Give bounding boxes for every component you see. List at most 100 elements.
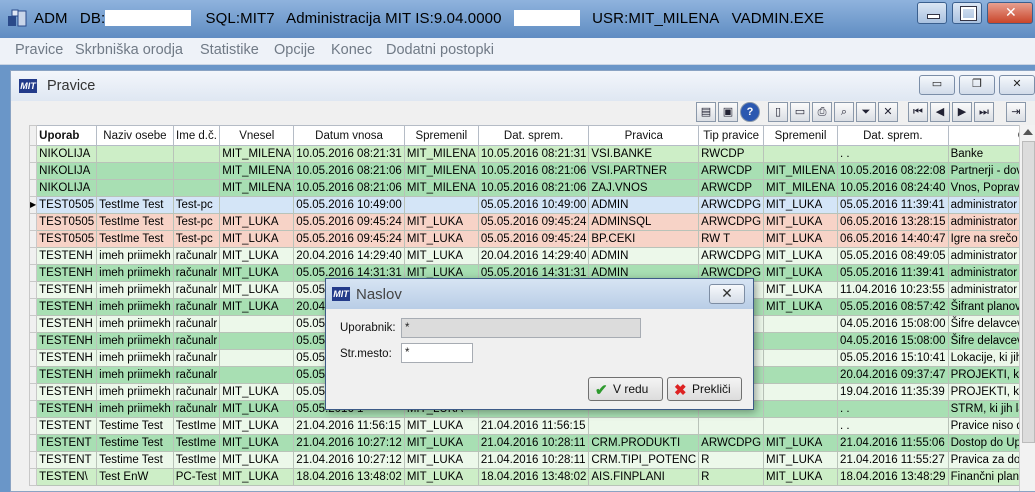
table-cell[interactable]: BP.CEKI — [588, 230, 700, 248]
row-indicator[interactable] — [29, 230, 38, 248]
table-cell[interactable]: TESTEN\ — [36, 468, 98, 486]
grid-vertical-scrollbar[interactable] — [1019, 125, 1035, 491]
table-cell[interactable]: CRM.TIPI_POTENC — [588, 451, 700, 469]
col-header-spremenil-2[interactable]: Spremenil — [763, 125, 839, 146]
table-cell[interactable]: VSI.BANKE — [588, 145, 700, 163]
table-cell[interactable]: NIKOLIJA — [36, 162, 98, 180]
table-cell[interactable]: računalr — [172, 383, 221, 401]
table-cell[interactable]: MIT_LUKA — [219, 451, 295, 469]
table-cell[interactable]: 18.04.2016 13:48:02 — [477, 468, 590, 486]
table-cell[interactable]: MIT_LUKA — [403, 230, 479, 248]
table-row[interactable]: TESTENT Testime Test TestIme MIT_LUKA 21.04.… — [29, 417, 1029, 435]
table-cell[interactable]: PROJEKTI, ki jih lahko uporabl — [947, 366, 1029, 384]
table-cell[interactable] — [219, 196, 295, 214]
table-cell[interactable]: TestIme — [172, 434, 221, 452]
table-cell[interactable]: . . — [837, 417, 949, 435]
table-cell[interactable]: imeh priimekh — [96, 315, 174, 333]
table-cell[interactable]: MIT_MILENA — [219, 179, 295, 197]
table-cell[interactable]: računalr — [172, 281, 221, 299]
table-cell[interactable] — [763, 315, 839, 333]
table-cell[interactable]: ADMIN — [588, 247, 700, 265]
table-cell[interactable]: Banke — [947, 145, 1029, 163]
ok-button[interactable]: ✔ V redu — [588, 377, 663, 401]
zoom-button[interactable]: ⌕ — [834, 102, 854, 122]
table-cell[interactable]: računalr — [172, 264, 221, 282]
col-header-opis[interactable]: Opis — [947, 125, 1029, 146]
table-cell[interactable]: 20.04.2016 09:37:47 — [837, 366, 949, 384]
table-cell[interactable]: računalr — [172, 349, 221, 367]
table-cell[interactable]: 04.05.2016 15:08:00 — [837, 332, 949, 350]
table-cell[interactable]: ADMINSQL — [588, 213, 700, 231]
table-cell[interactable] — [96, 162, 174, 180]
table-cell[interactable]: TestIme — [172, 451, 221, 469]
table-cell[interactable]: MIT_LUKA — [403, 468, 479, 486]
table-cell[interactable] — [172, 162, 221, 180]
table-cell[interactable]: MIT_MILENA — [403, 179, 479, 197]
table-cell[interactable]: Šifre delavcev do katerih ima — [947, 332, 1029, 350]
table-cell[interactable]: ARWCDP — [698, 179, 765, 197]
table-cell[interactable]: imeh priimekh — [96, 400, 174, 418]
row-indicator[interactable] — [29, 247, 38, 265]
table-cell[interactable]: 05.05.2016 10:49:00 — [477, 196, 590, 214]
table-cell[interactable]: CRM.PRODUKTI — [588, 434, 700, 452]
table-cell[interactable]: administrator - ima vse pravice — [947, 264, 1029, 282]
table-cell[interactable]: Šifrant planov,dodajanje novih — [947, 298, 1029, 316]
cancel-button[interactable]: ✖ Prekliči — [667, 377, 742, 401]
table-cell[interactable]: TESTENH — [36, 383, 98, 401]
row-indicator[interactable] — [29, 264, 38, 282]
table-cell[interactable]: MIT_LUKA — [403, 247, 479, 265]
report-button[interactable]: ▤ — [696, 102, 716, 122]
table-cell[interactable]: imeh priimekh — [96, 383, 174, 401]
last-record-button[interactable]: ⏭ — [974, 102, 994, 122]
menu-statistike[interactable]: Statistike — [200, 42, 259, 58]
child-restore-button[interactable]: ❐ — [959, 75, 995, 95]
table-cell[interactable]: 05.05.2016 11:39:41 — [837, 196, 949, 214]
table-cell[interactable]: NIKOLIJA — [36, 179, 98, 197]
child-close-button[interactable]: ✕ — [999, 75, 1035, 95]
table-cell[interactable]: TESTENH — [36, 366, 98, 384]
table-cell[interactable]: ARWCDPG — [698, 213, 765, 231]
col-header-ime-dc[interactable]: Ime d.č. — [172, 125, 221, 146]
table-cell[interactable]: 10.05.2016 08:22:08 — [837, 162, 949, 180]
table-cell[interactable] — [763, 366, 839, 384]
table-cell[interactable]: 21.04.2016 11:56:15 — [293, 417, 405, 435]
table-cell[interactable]: MIT_MILENA — [763, 179, 839, 197]
menu-pravice[interactable]: Pravice — [15, 42, 63, 58]
col-header-dat-sprem[interactable]: Dat. sprem. — [477, 125, 590, 146]
table-cell[interactable]: MIT_LUKA — [763, 247, 839, 265]
table-cell[interactable]: Finančni plani — [947, 468, 1029, 486]
table-cell[interactable]: TESTENT — [36, 451, 98, 469]
open-button[interactable]: ▭ — [790, 102, 810, 122]
table-cell[interactable]: 05.05.2016 09:45:24 — [477, 230, 590, 248]
table-cell[interactable]: TestIme Test — [96, 196, 174, 214]
table-cell[interactable]: 10.05.2016 08:21:06 — [477, 179, 590, 197]
table-cell[interactable]: MIT_LUKA — [763, 434, 839, 452]
table-cell[interactable]: PC-Test — [172, 468, 221, 486]
menu-dodatni-postopki[interactable]: Dodatni postopki — [386, 42, 494, 58]
table-cell[interactable]: MIT_LUKA — [763, 298, 839, 316]
table-cell[interactable]: 11.04.2016 10:23:55 — [837, 281, 949, 299]
window-maximize-button[interactable] — [952, 2, 982, 24]
table-cell[interactable]: Testime Test — [96, 451, 174, 469]
filter-button[interactable]: ⏷ — [856, 102, 876, 122]
table-cell[interactable]: 10.05.2016 08:21:06 — [293, 162, 405, 180]
col-header-vnesel[interactable]: Vnesel — [219, 125, 295, 146]
table-cell[interactable]: MIT_LUKA — [219, 468, 295, 486]
table-row[interactable]: TEST0505 TestIme Test Test-pc MIT_LUKA 05.05… — [29, 213, 1029, 231]
table-cell[interactable]: ARWCDPG — [698, 196, 765, 214]
table-cell[interactable]: ARWCDPG — [698, 247, 765, 265]
table-cell[interactable]: imeh priimekh — [96, 366, 174, 384]
table-cell[interactable]: imeh priimekh — [96, 298, 174, 316]
col-header-spremenil[interactable]: Spremenil — [403, 125, 479, 146]
row-indicator[interactable] — [29, 145, 38, 163]
table-cell[interactable]: 06.05.2016 13:28:15 — [837, 213, 949, 231]
table-cell[interactable]: imeh priimekh — [96, 264, 174, 282]
table-cell[interactable]: Lokacije, ki jih lahko uporabni — [947, 349, 1029, 367]
table-cell[interactable]: 21.04.2016 11:56:15 — [477, 417, 590, 435]
table-cell[interactable]: 05.05.2016 08:57:42 — [837, 298, 949, 316]
table-cell[interactable] — [172, 145, 221, 163]
table-cell[interactable]: TESTENT — [36, 434, 98, 452]
table-cell[interactable]: TESTENH — [36, 298, 98, 316]
table-cell[interactable]: 10.05.2016 08:21:31 — [477, 145, 590, 163]
table-cell[interactable]: 05.05.2016 08:49:05 — [837, 247, 949, 265]
